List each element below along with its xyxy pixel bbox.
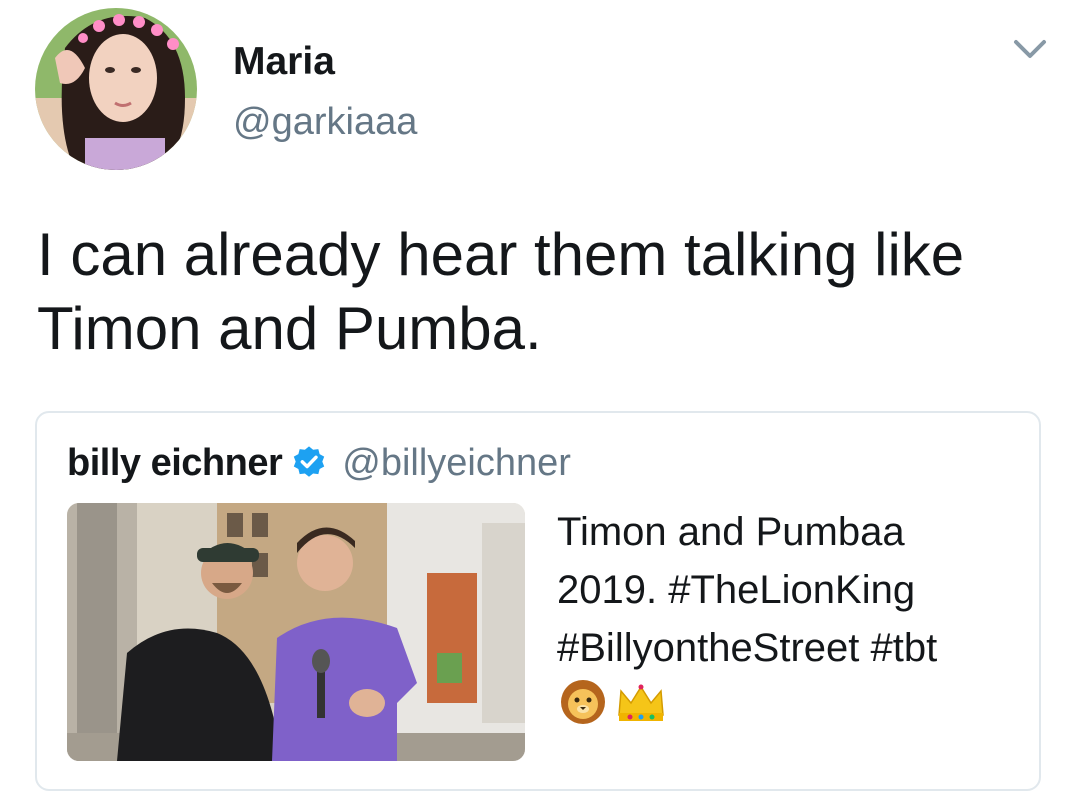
chevron-down-icon[interactable] bbox=[1010, 34, 1050, 64]
crown-icon bbox=[615, 679, 667, 725]
author-avatar[interactable] bbox=[35, 8, 197, 170]
quoted-tweet-header: billy eichner @billyeichner bbox=[67, 439, 571, 487]
tweet-text: I can already hear them talking like Tim… bbox=[37, 221, 965, 362]
author-handle[interactable]: @garkiaaa bbox=[233, 100, 417, 144]
quoted-tweet-text: Timon and Pumbaa 2019. #TheLionKing #Bil… bbox=[557, 503, 1027, 725]
quoted-emojis bbox=[557, 679, 1027, 725]
quoted-author-name[interactable]: billy eichner bbox=[67, 442, 283, 485]
quoted-tweet-card[interactable]: billy eichner @billyeichner Timon and Pu… bbox=[35, 411, 1041, 791]
quoted-author-handle[interactable]: @billyeichner bbox=[342, 442, 571, 485]
quoted-text-line: #BillyontheStreet #tbt bbox=[557, 626, 938, 670]
author-display-name[interactable]: Maria bbox=[233, 40, 335, 84]
quoted-text-line: 2019. #TheLionKing bbox=[557, 568, 916, 612]
verified-badge-icon bbox=[290, 444, 328, 482]
quoted-tweet-photo[interactable] bbox=[67, 503, 525, 761]
quoted-text-line: Timon and Pumbaa bbox=[557, 510, 905, 554]
lion-face-icon bbox=[557, 679, 609, 725]
